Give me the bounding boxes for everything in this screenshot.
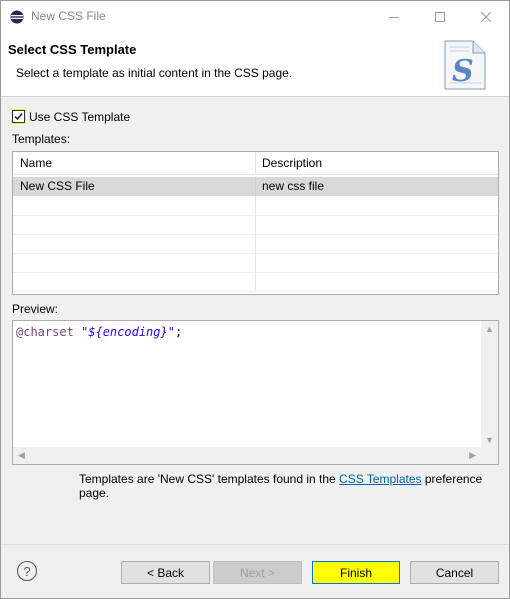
css-templates-link[interactable]: CSS Templates (339, 472, 421, 486)
css-file-logo-icon: S (444, 40, 486, 90)
row-name-cell: New CSS File (13, 177, 256, 196)
empty-cell (13, 253, 256, 272)
back-button[interactable]: < Back (121, 561, 210, 584)
vertical-scrollbar[interactable]: ▲ ▼ (481, 321, 498, 448)
code-string: "${encoding}" (81, 325, 175, 339)
help-icon[interactable]: ? (17, 561, 37, 581)
page-description: Select a template as initial content in … (16, 66, 293, 80)
empty-cell (13, 272, 256, 291)
row-description-cell: new css file (262, 179, 325, 193)
page-title: Select CSS Template (8, 42, 137, 57)
wizard-header: Select CSS Template Select a template as… (1, 32, 509, 97)
templates-label: Templates: (12, 132, 71, 146)
preview-area[interactable]: @charset "${encoding}"; ▲ ▼ ◀ ▶ (12, 320, 499, 465)
note-text-before: Templates are 'New CSS' templates found … (79, 472, 340, 486)
svg-text:S: S (452, 54, 474, 89)
close-icon[interactable] (463, 1, 509, 32)
preview-code: @charset "${encoding}"; (16, 325, 182, 339)
next-button[interactable]: Next > (213, 561, 302, 584)
checkbox-box[interactable] (12, 110, 25, 123)
maximize-icon[interactable] (417, 1, 463, 32)
minimize-icon[interactable] (371, 1, 417, 32)
empty-row (13, 272, 498, 292)
code-end: ; (174, 325, 183, 339)
table-header: Name Description (13, 152, 498, 175)
footer-separator (1, 544, 509, 545)
horizontal-scrollbar[interactable]: ◀ ▶ (13, 447, 481, 464)
empty-row (13, 253, 498, 273)
scroll-right-icon[interactable]: ▶ (469, 450, 476, 461)
column-header-name[interactable]: Name (13, 152, 256, 174)
checkbox-highlight (11, 109, 26, 124)
use-css-template-label: Use CSS Template (29, 109, 131, 124)
templates-table[interactable]: Name Description New CSS File new css fi… (12, 151, 499, 295)
empty-cell (13, 234, 256, 253)
empty-row (13, 215, 498, 235)
scroll-down-icon[interactable]: ▼ (485, 435, 494, 445)
preview-label: Preview: (12, 302, 59, 316)
cancel-button[interactable]: Cancel (410, 561, 499, 584)
empty-row (13, 196, 498, 216)
dialog-window: New CSS File Select CSS Template Select … (0, 0, 510, 599)
column-header-description[interactable]: Description (256, 152, 498, 174)
scrollbar-corner (481, 447, 498, 464)
scroll-up-icon[interactable]: ▲ (485, 324, 494, 334)
empty-row (13, 234, 498, 254)
code-keyword: @charset (16, 325, 74, 339)
empty-cell (13, 196, 256, 215)
finish-button[interactable]: Finish (312, 561, 400, 584)
window-title: New CSS File (31, 9, 106, 23)
eclipse-app-icon (10, 10, 24, 24)
scroll-left-icon[interactable]: ◀ (18, 450, 25, 461)
use-css-template-checkbox[interactable]: Use CSS Template (11, 109, 130, 124)
templates-note: Templates are 'New CSS' templates found … (79, 472, 509, 500)
empty-cell (13, 215, 256, 234)
title-bar: New CSS File (1, 1, 509, 32)
checkmark-icon (14, 113, 23, 121)
table-row[interactable]: New CSS File new css file (13, 177, 498, 196)
